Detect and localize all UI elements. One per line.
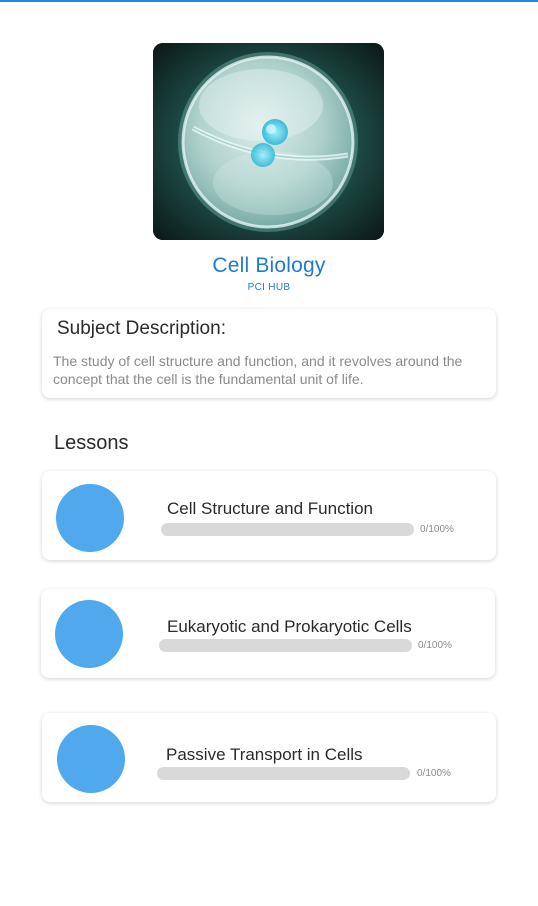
lesson-progress-label: 0/100% (417, 768, 451, 779)
lesson-progress-bar (159, 639, 412, 652)
lesson-title: Cell Structure and Function (167, 499, 373, 518)
lesson-card[interactable]: Passive Transport in Cells 0/100% (42, 713, 496, 802)
lesson-icon (55, 600, 123, 668)
description-heading: Subject Description: (57, 318, 226, 339)
lesson-card[interactable]: Cell Structure and Function 0/100% (42, 471, 496, 560)
subject-cover-image (153, 43, 384, 240)
lesson-progress-label: 0/100% (420, 524, 454, 535)
lesson-progress-bar (157, 767, 410, 780)
lesson-title: Passive Transport in Cells (166, 745, 363, 764)
cell-division-image (153, 43, 384, 240)
lesson-title: Eukaryotic and Prokaryotic Cells (167, 617, 412, 636)
lesson-icon (57, 725, 125, 793)
lesson-icon (56, 484, 124, 552)
top-accent-rule (0, 0, 538, 2)
subject-provider: PCI HUB (247, 282, 291, 293)
lesson-progress-bar (161, 523, 414, 536)
description-body: The study of cell structure and function… (53, 353, 463, 387)
lessons-heading: Lessons (54, 432, 129, 454)
subject-description-card: Subject Description: The study of cell s… (42, 309, 496, 398)
lesson-progress-label: 0/100% (418, 640, 452, 651)
subject-title: Cell Biology (212, 254, 326, 277)
lesson-card[interactable]: Eukaryotic and Prokaryotic Cells 0/100% (41, 589, 495, 678)
